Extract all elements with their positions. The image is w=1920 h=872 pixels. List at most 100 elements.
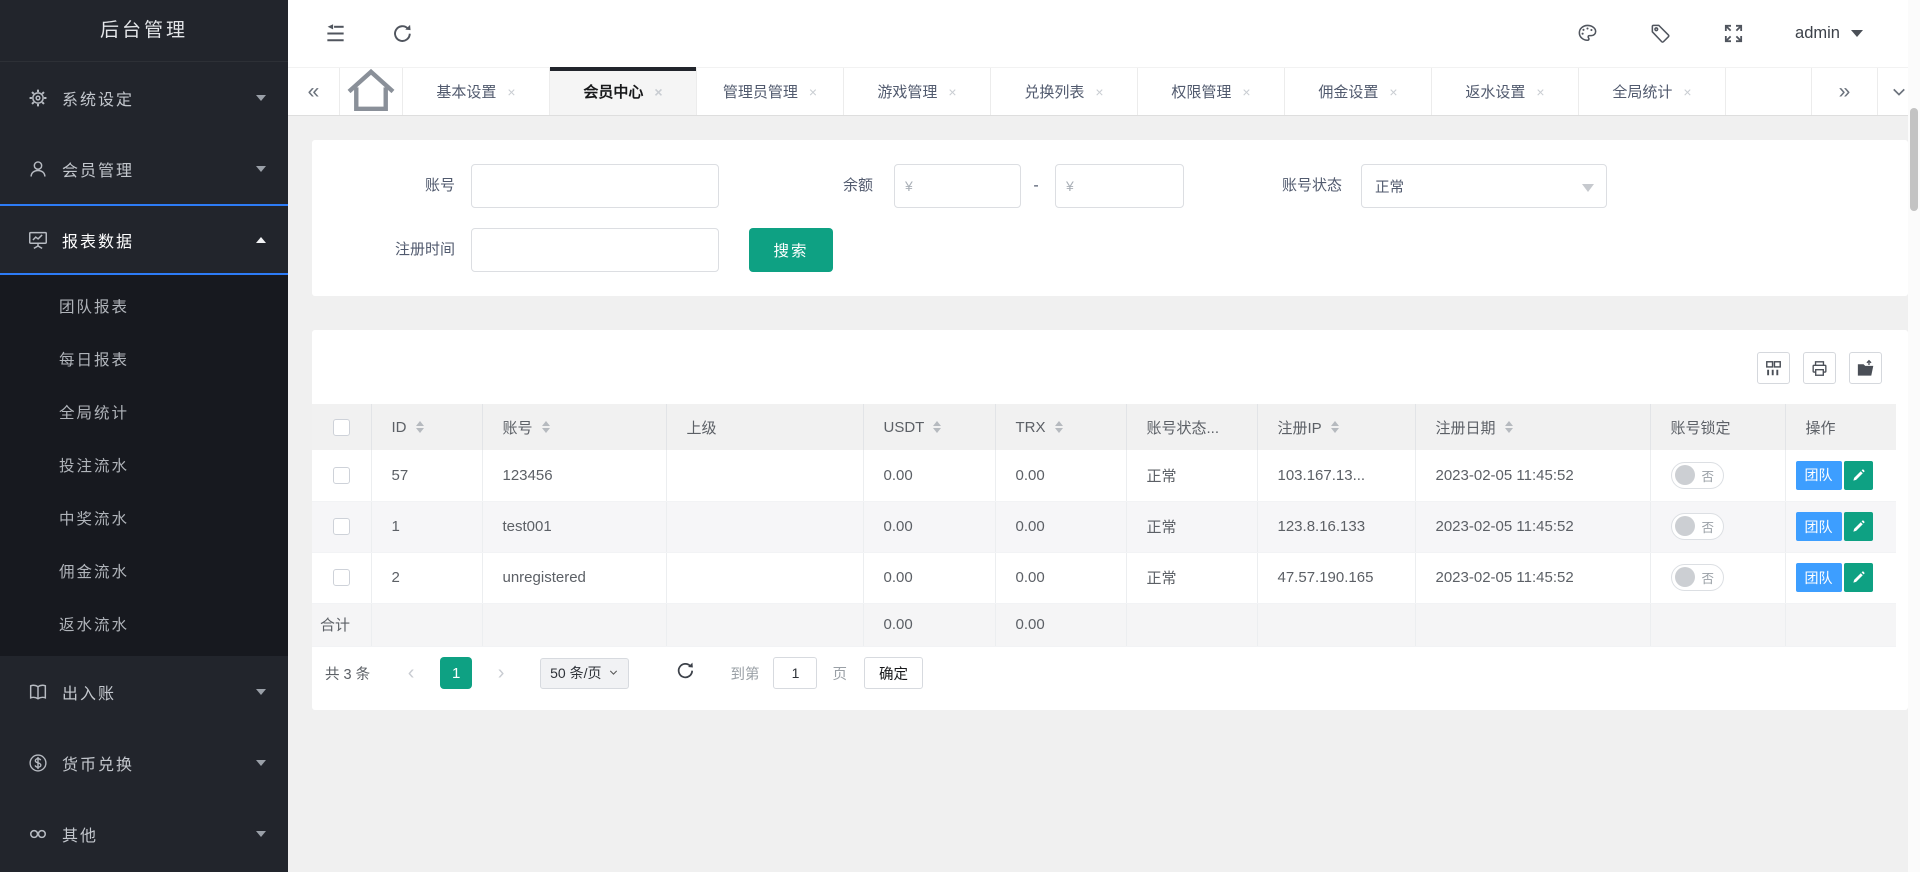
sidebar-subitem-3[interactable]: 投注流水 <box>0 440 288 493</box>
table-row-1: 1test0010.000.00正常123.8.16.1332023-02-05… <box>312 501 1896 552</box>
column-header-usdt[interactable]: USDT <box>863 404 995 450</box>
row-checkbox-cell <box>312 552 371 603</box>
sidebar-item-3[interactable]: 出入账 <box>0 656 288 727</box>
user-menu[interactable]: admin <box>1795 24 1863 43</box>
tab-close-icon[interactable]: × <box>809 84 817 100</box>
column-label: 上级 <box>687 417 717 438</box>
columns-icon[interactable] <box>1757 352 1790 384</box>
row-checkbox[interactable] <box>333 467 350 484</box>
select-caret-icon <box>1582 184 1594 192</box>
table-panel: ID账号上级USDTTRX账号状态...注册IP注册日期账号锁定操作 57123… <box>312 330 1908 710</box>
sort-icon[interactable] <box>416 421 424 433</box>
column-header-content: 账号 <box>503 417 550 438</box>
tab-close-icon[interactable]: × <box>1683 84 1691 100</box>
refresh-page-icon[interactable] <box>391 22 414 45</box>
tab-4[interactable]: 兑换列表× <box>991 68 1138 115</box>
range-separator: - <box>1026 164 1046 208</box>
edit-button[interactable] <box>1844 461 1873 490</box>
balance-max-input[interactable] <box>1080 178 1173 194</box>
team-button[interactable]: 团队 <box>1796 461 1842 490</box>
status-select[interactable]: 正常 <box>1361 164 1607 208</box>
balance-min-input[interactable] <box>919 178 1010 194</box>
prev-page-icon[interactable]: ‹ <box>396 662 426 685</box>
sidebar-subitem-0[interactable]: 团队报表 <box>0 281 288 334</box>
sidebar-subitem-5[interactable]: 佣金流水 <box>0 546 288 599</box>
column-header-ip[interactable]: 注册IP <box>1257 404 1415 450</box>
column-header-content: ID <box>392 419 424 436</box>
sort-icon[interactable] <box>933 421 941 433</box>
collapse-sidebar-icon[interactable] <box>324 22 347 45</box>
refresh-table-icon[interactable] <box>675 660 696 686</box>
sort-icon[interactable] <box>1505 421 1513 433</box>
edit-button[interactable] <box>1844 512 1873 541</box>
column-header-id[interactable]: ID <box>371 404 482 450</box>
tab-5[interactable]: 权限管理× <box>1138 68 1285 115</box>
column-header-trx[interactable]: TRX <box>995 404 1126 450</box>
page-number-button[interactable]: 1 <box>440 657 472 689</box>
home-tab-button[interactable] <box>340 68 403 115</box>
tab-close-icon[interactable]: × <box>948 84 956 100</box>
toggle-label: 否 <box>1702 568 1715 587</box>
select-all-checkbox[interactable] <box>333 419 350 436</box>
team-button[interactable]: 团队 <box>1796 512 1842 541</box>
tabs-scroll-left-button[interactable]: « <box>288 68 340 115</box>
column-header-account[interactable]: 账号 <box>482 404 666 450</box>
scrollbar-thumb[interactable] <box>1910 108 1918 211</box>
total-count: 共 3 条 <box>325 663 370 684</box>
tab-close-icon[interactable]: × <box>1242 84 1250 100</box>
tab-1[interactable]: 会员中心× <box>550 68 697 115</box>
lock-toggle[interactable]: 否 <box>1671 564 1725 591</box>
sidebar-subitem-2[interactable]: 全局统计 <box>0 387 288 440</box>
tabs-scroll-right-button[interactable]: » <box>1812 68 1878 115</box>
account-input[interactable] <box>471 164 719 208</box>
edit-button[interactable] <box>1844 563 1873 592</box>
next-page-icon[interactable]: › <box>486 662 516 685</box>
sidebar-subitem-6[interactable]: 返水流水 <box>0 599 288 652</box>
sort-icon[interactable] <box>1055 421 1063 433</box>
team-button[interactable]: 团队 <box>1796 563 1842 592</box>
page-size-select[interactable]: 50 条/页 <box>540 658 629 689</box>
fullscreen-icon[interactable] <box>1722 22 1745 45</box>
tab-3[interactable]: 游戏管理× <box>844 68 991 115</box>
column-header-parent: 上级 <box>666 404 863 450</box>
regtime-input[interactable] <box>471 228 719 272</box>
sidebar-item-2[interactable]: 报表数据 <box>0 204 288 275</box>
balance-min-field: ¥ <box>894 164 1021 208</box>
tab-8[interactable]: 全局统计× <box>1579 68 1726 115</box>
sidebar-item-1[interactable]: 会员管理 <box>0 133 288 204</box>
row-checkbox[interactable] <box>333 518 350 535</box>
tab-0[interactable]: 基本设置× <box>403 68 550 115</box>
search-button[interactable]: 搜索 <box>749 228 833 272</box>
confirm-button[interactable]: 确定 <box>864 657 923 689</box>
sidebar-item-0[interactable]: 系统设定 <box>0 62 288 133</box>
sort-icon[interactable] <box>542 421 550 433</box>
tab-7[interactable]: 返水设置× <box>1432 68 1579 115</box>
sort-icon[interactable] <box>1331 421 1339 433</box>
lock-toggle[interactable]: 否 <box>1671 513 1725 540</box>
column-header-content: 注册IP <box>1278 417 1339 438</box>
sidebar-item-label: 系统设定 <box>62 86 256 110</box>
tab-close-icon[interactable]: × <box>1389 84 1397 100</box>
theme-palette-icon[interactable] <box>1576 22 1599 45</box>
tab-close-icon[interactable]: × <box>1536 84 1544 100</box>
lock-toggle[interactable]: 否 <box>1671 462 1725 489</box>
export-icon[interactable] <box>1849 352 1882 384</box>
tab-close-icon[interactable]: × <box>1095 84 1103 100</box>
cell-locked: 否 <box>1650 552 1785 603</box>
goto-page-input[interactable] <box>773 657 817 689</box>
sidebar-item-4[interactable]: 货币兑换 <box>0 727 288 798</box>
tab-close-icon[interactable]: × <box>654 84 662 100</box>
tab-6[interactable]: 佣金设置× <box>1285 68 1432 115</box>
topbar-right: admin <box>1576 22 1920 45</box>
column-header-date[interactable]: 注册日期 <box>1415 404 1650 450</box>
tab-2[interactable]: 管理员管理× <box>697 68 844 115</box>
sidebar-subitem-1[interactable]: 每日报表 <box>0 334 288 387</box>
row-checkbox[interactable] <box>333 569 350 586</box>
tab-close-icon[interactable]: × <box>507 84 515 100</box>
sidebar-item-5[interactable]: 其他 <box>0 798 288 869</box>
sidebar-subitem-4[interactable]: 中奖流水 <box>0 493 288 546</box>
toggle-label: 否 <box>1702 466 1715 485</box>
tag-icon[interactable] <box>1649 22 1672 45</box>
sort-desc-icon <box>933 428 941 433</box>
print-icon[interactable] <box>1803 352 1836 384</box>
